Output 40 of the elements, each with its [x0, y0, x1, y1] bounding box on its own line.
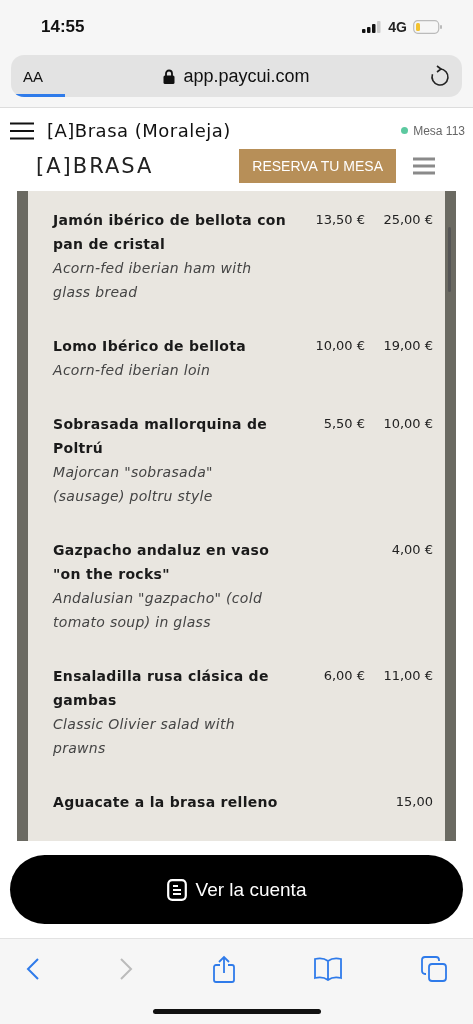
dish-price: 15,00 — [395, 794, 433, 809]
dish-name: Jamón ibérico de bellota con pan de cristal — [53, 211, 287, 254]
dish-name: Aguacate a la brasa relleno — [53, 793, 279, 812]
dish-description: Andalusian "gazpacho" (cold tomato soup) in glass — [53, 589, 264, 632]
receipt-icon — [166, 878, 187, 901]
url-text: app.paycui.com — [183, 65, 310, 87]
address-bar[interactable]: AA app.paycui.com — [11, 55, 462, 97]
text-size-button[interactable]: AA — [23, 67, 63, 85]
menu-icon[interactable] — [10, 121, 34, 140]
back-icon[interactable] — [26, 957, 40, 981]
dish-name: Sobrasada mallorquina de Poltrú — [53, 415, 269, 458]
status-time: 14:55 — [41, 17, 85, 37]
dish-description: Classic Olivier salad with prawns — [53, 715, 236, 758]
dish-name: Gazpacho andaluz en vaso "on the rocks" — [53, 541, 271, 584]
view-bill-button[interactable]: Ver la cuenta — [10, 855, 463, 924]
dish-price: 10,00 € — [315, 338, 365, 353]
tabs-icon[interactable] — [421, 956, 447, 982]
network-label: 4G — [388, 19, 407, 35]
book-icon[interactable] — [313, 957, 342, 981]
dish-price: 5,50 € — [323, 416, 365, 431]
signal-icon — [362, 21, 383, 33]
restaurant-title: [A]Brasa (Moraleja) — [47, 120, 232, 141]
dish-description: Acorn-fed iberian ham with glass bread — [53, 259, 253, 302]
dish-price: 25,00 € — [383, 212, 433, 227]
dish-description: Acorn-fed iberian loin — [53, 361, 212, 380]
battery-icon — [413, 20, 443, 34]
dish-price: 19,00 € — [383, 338, 433, 353]
reload-icon[interactable] — [430, 65, 450, 87]
share-icon[interactable] — [212, 955, 235, 983]
dish-price: 6,00 € — [323, 668, 365, 683]
logo[interactable]: [A]BRASA — [36, 154, 240, 178]
dish-price: 10,00 € — [383, 416, 433, 431]
lock-icon — [163, 68, 176, 84]
dish-name: Ensaladilla rusa clásica de gambas — [53, 667, 270, 710]
dish-price: 11,00 € — [383, 668, 433, 683]
table-label: Mesa 113 — [413, 123, 465, 138]
dish-description: Majorcan "sobrasada" (sausage) poltru style — [53, 463, 214, 506]
dish-name: Lomo Ibérico de bellota — [53, 337, 247, 356]
dish-price: 13,50 € — [315, 212, 365, 227]
dish-price: 4,00 € — [391, 542, 433, 557]
